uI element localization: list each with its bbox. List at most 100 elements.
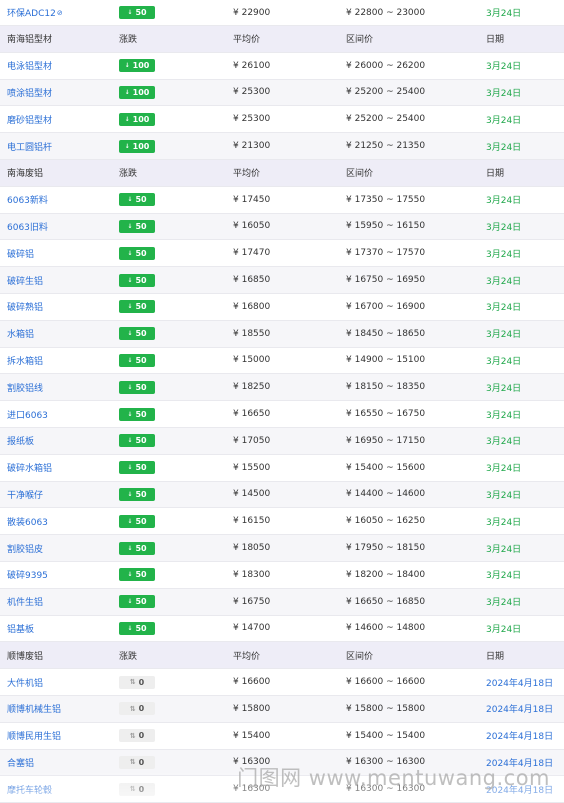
product-link[interactable]: 破碎9395 bbox=[7, 568, 48, 581]
avg-price: ¥ 25300 bbox=[233, 114, 271, 125]
category-header: 南海铝型材 bbox=[7, 35, 53, 46]
price-date: 3月24日 bbox=[486, 410, 522, 421]
product-link[interactable]: 顺博机械生铝 bbox=[7, 702, 61, 715]
range-header: 区间价 bbox=[346, 169, 374, 180]
avg-price: ¥ 16600 bbox=[233, 677, 271, 688]
product-link[interactable]: 摩托车轮毂 bbox=[7, 783, 52, 796]
change-badge: ↓ 50 bbox=[119, 380, 155, 394]
avg-price: ¥ 21300 bbox=[233, 141, 271, 152]
down-arrow-icon: ↓ bbox=[127, 490, 133, 498]
product-link[interactable]: 进口6063 bbox=[7, 408, 48, 421]
down-arrow-icon: ↓ bbox=[127, 598, 133, 606]
down-arrow-icon: ↓ bbox=[124, 115, 130, 123]
product-link[interactable]: 喷涂铝型材 bbox=[7, 86, 52, 99]
product-link[interactable]: 水箱铝 bbox=[7, 327, 34, 340]
product-link[interactable]: 破碎铝 bbox=[7, 247, 34, 260]
table-row: 破碎熟铝 ↓ 50 ¥ 16800 ¥ 16700 ~ 16900 3月24日 bbox=[0, 293, 564, 321]
change-badge: ⇅ 0 bbox=[119, 675, 155, 689]
table-row: 散装6063 ↓ 50 ¥ 16150 ¥ 16050 ~ 16250 3月24日 bbox=[0, 508, 564, 536]
product-link[interactable]: 割胶铝皮 bbox=[7, 542, 43, 555]
down-arrow-icon: ↓ bbox=[124, 88, 130, 96]
avg-price: ¥ 16300 bbox=[233, 784, 271, 795]
price-range: ¥ 16550 ~ 16750 bbox=[346, 409, 426, 420]
table-row: 6063旧料 ↓ 50 ¥ 16050 ¥ 15950 ~ 16150 3月24日 bbox=[0, 213, 564, 241]
category-header: 顺博废铝 bbox=[7, 651, 44, 662]
product-link[interactable]: 电工圆铝杆 bbox=[7, 140, 52, 153]
table-row: 割胶铝皮 ↓ 50 ¥ 18050 ¥ 17950 ~ 18150 3月24日 bbox=[0, 535, 564, 562]
price-range: ¥ 25200 ~ 25400 bbox=[346, 114, 426, 125]
price-range: ¥ 16600 ~ 16600 bbox=[346, 677, 426, 688]
product-link[interactable]: 磨砂铝型材 bbox=[7, 113, 52, 126]
price-range: ¥ 15400 ~ 15400 bbox=[346, 730, 426, 741]
down-arrow-icon: ↓ bbox=[127, 356, 133, 364]
product-link[interactable]: 破碎生铝 bbox=[7, 274, 43, 287]
product-link[interactable]: 破碎熟铝 bbox=[7, 300, 43, 313]
product-link[interactable]: 散装6063 bbox=[7, 515, 48, 528]
down-arrow-icon: ↓ bbox=[127, 437, 133, 445]
price-date: 3月24日 bbox=[486, 544, 522, 555]
down-arrow-icon: ↓ bbox=[127, 383, 133, 391]
avg-price: ¥ 15500 bbox=[233, 462, 271, 473]
price-range: ¥ 16300 ~ 16300 bbox=[346, 757, 426, 768]
down-arrow-icon: ↓ bbox=[127, 9, 133, 16]
product-link[interactable]: 拆水箱铝 bbox=[7, 354, 43, 367]
change-badge: ↓ 50 bbox=[119, 407, 155, 421]
product-link[interactable]: 顺博民用生铝 bbox=[7, 729, 61, 742]
product-link[interactable]: 割胶铝线 bbox=[7, 381, 43, 394]
change-header: 涨跌 bbox=[119, 35, 138, 46]
product-link[interactable]: 电泳铝型材 bbox=[7, 59, 52, 72]
product-link[interactable]: 大件机铝 bbox=[7, 676, 43, 689]
avg-price: ¥ 16050 bbox=[233, 221, 271, 232]
product-link[interactable]: 6063新料 bbox=[7, 193, 48, 206]
change-badge: ↓ 50 bbox=[119, 193, 155, 207]
price-range: ¥ 15400 ~ 15600 bbox=[346, 462, 426, 473]
table-row: 水箱铝 ↓ 50 ¥ 18550 ¥ 18450 ~ 18650 3月24日 bbox=[0, 320, 564, 348]
price-date: 3月24日 bbox=[486, 142, 522, 153]
avg-price: ¥ 18050 bbox=[233, 543, 271, 554]
flat-arrows-icon: ⇅ bbox=[129, 678, 136, 687]
avg-header: 平均价 bbox=[233, 35, 261, 46]
table-row: 电泳铝型材 ↓ 100 ¥ 26100 ¥ 26000 ~ 26200 3月24日 bbox=[0, 52, 564, 80]
price-range: ¥ 17350 ~ 17550 bbox=[346, 194, 426, 205]
avg-price: ¥ 18300 bbox=[233, 569, 271, 580]
change-badge: ↓ 50 bbox=[119, 273, 155, 287]
product-link[interactable]: 环保ADC12 bbox=[7, 6, 56, 19]
product-link[interactable]: 铝基板 bbox=[7, 622, 34, 635]
down-arrow-icon: ↓ bbox=[127, 222, 133, 230]
product-link[interactable]: 机件生铝 bbox=[7, 595, 43, 608]
change-badge: ⇅ 0 bbox=[119, 782, 155, 796]
price-date: 3月24日 bbox=[486, 115, 522, 126]
price-range: ¥ 17370 ~ 17570 bbox=[346, 248, 426, 259]
table-row: 磨砂铝型材 ↓ 100 ¥ 25300 ¥ 25200 ~ 25400 3月24日 bbox=[0, 106, 564, 134]
price-date: 2024年4月18日 bbox=[486, 785, 554, 796]
change-badge: ↓ 50 bbox=[119, 595, 155, 609]
price-date: 2024年4月18日 bbox=[486, 678, 554, 689]
price-date: 3月24日 bbox=[486, 517, 522, 528]
table-row: 破碎9395 ↓ 50 ¥ 18300 ¥ 18200 ~ 18400 3月24日 bbox=[0, 561, 564, 589]
price-range: ¥ 17950 ~ 18150 bbox=[346, 543, 426, 554]
price-date: 3月24日 bbox=[486, 437, 522, 448]
product-link[interactable]: 报纸板 bbox=[7, 434, 34, 447]
price-date: 3月24日 bbox=[486, 249, 522, 260]
change-badge: ↓ 50 bbox=[119, 246, 155, 260]
price-range: ¥ 14400 ~ 14600 bbox=[346, 489, 426, 500]
price-range: ¥ 15950 ~ 16150 bbox=[346, 221, 426, 232]
product-link[interactable]: 破碎水箱铝 bbox=[7, 461, 52, 474]
product-link[interactable]: 干净喉仔 bbox=[7, 488, 43, 501]
change-header: 涨跌 bbox=[119, 169, 138, 180]
price-date: 2024年4月18日 bbox=[486, 705, 554, 716]
change-badge: ↓ 50 bbox=[119, 327, 155, 341]
product-link[interactable]: 6063旧料 bbox=[7, 220, 48, 233]
product-link[interactable]: 合塞铝 bbox=[7, 756, 34, 769]
change-badge: ↓ 50 bbox=[119, 6, 155, 19]
change-badge: ↓ 50 bbox=[119, 300, 155, 314]
table-row: 破碎铝 ↓ 50 ¥ 17470 ¥ 17370 ~ 17570 3月24日 bbox=[0, 240, 564, 268]
price-range: ¥ 14900 ~ 15100 bbox=[346, 355, 426, 366]
price-date: 3月24日 bbox=[486, 9, 522, 19]
down-arrow-icon: ↓ bbox=[127, 571, 133, 579]
table-row: 进口6063 ↓ 50 ¥ 16650 ¥ 16550 ~ 16750 3月24日 bbox=[0, 401, 564, 428]
price-range: ¥ 18200 ~ 18400 bbox=[346, 569, 426, 580]
change-badge: ↓ 50 bbox=[119, 353, 155, 367]
price-range: ¥ 16300 ~ 16300 bbox=[346, 784, 426, 795]
down-arrow-icon: ↓ bbox=[127, 464, 133, 472]
